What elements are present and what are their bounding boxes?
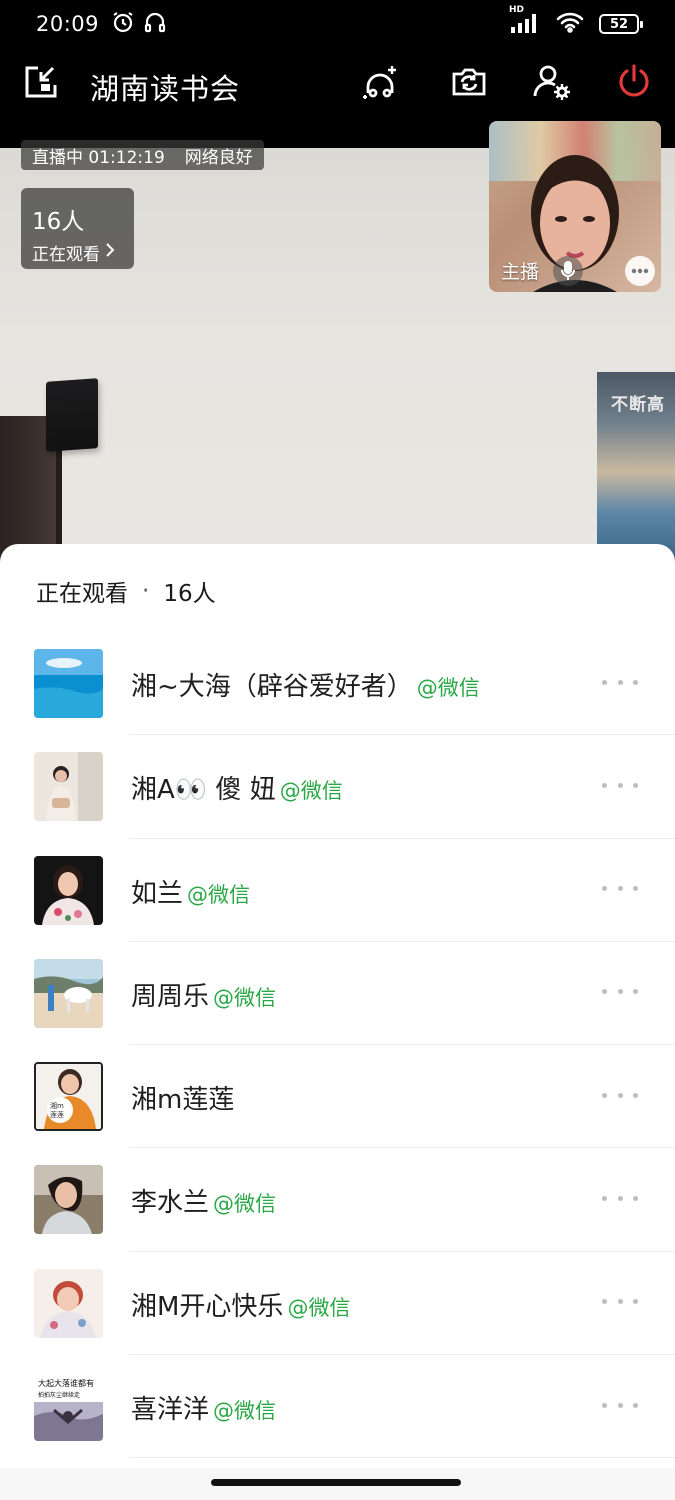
wifi-icon	[555, 11, 585, 37]
more-icon[interactable]	[602, 773, 638, 797]
chevron-right-icon	[104, 242, 116, 263]
flip-camera-icon[interactable]	[441, 54, 497, 110]
avatar	[34, 649, 103, 718]
alarm-clock-icon	[111, 10, 135, 38]
avatar-text-line-2: 莲莲	[50, 1111, 64, 1120]
list-item[interactable]: 周周乐 @微信	[0, 942, 675, 1046]
wechat-tag: @微信	[213, 1399, 277, 1424]
more-icon[interactable]	[602, 980, 638, 1004]
list-item[interactable]: 如兰 @微信	[0, 839, 675, 942]
beauty-filter-icon[interactable]	[352, 54, 408, 110]
wall-poster-text: 不断高	[611, 395, 665, 415]
viewer-name: 李水兰	[131, 1188, 210, 1219]
more-icon[interactable]	[602, 1083, 638, 1107]
viewer-name: 湘M开心快乐	[131, 1291, 284, 1322]
sheet-header: 正在观看 · 16人	[36, 574, 216, 608]
divider	[129, 1457, 675, 1459]
viewer-label: 正在观看	[32, 245, 100, 265]
status-time: 20:09	[36, 12, 100, 36]
avatar	[34, 1268, 103, 1338]
wechat-tag: @微信	[213, 985, 277, 1010]
avatar-text-line-1: 大起大落谁都有	[38, 1379, 94, 1389]
power-icon[interactable]	[606, 54, 662, 110]
sheet-count: 16人	[163, 581, 216, 607]
viewer-name: 喜洋洋	[131, 1395, 210, 1426]
network-status-text: 网络良好	[184, 147, 253, 168]
list-item[interactable]: 湘M开心快乐 @微信	[0, 1252, 675, 1356]
avatar	[34, 855, 103, 925]
header-separator: ·	[142, 578, 150, 604]
user-settings-icon[interactable]	[524, 54, 580, 110]
more-icon[interactable]	[602, 877, 638, 901]
avatar: 湘m 莲莲	[34, 1062, 103, 1132]
list-item[interactable]: 湘~大海（辟谷爱好者） @微信	[0, 632, 675, 736]
more-icon[interactable]	[602, 670, 638, 694]
more-icon[interactable]	[602, 1290, 638, 1314]
viewer-name: 如兰	[131, 878, 184, 909]
status-bar: 20:09 HD 52	[0, 0, 675, 48]
list-item[interactable]: 湘m 莲莲 湘m莲莲	[0, 1045, 675, 1149]
wechat-tag: @微信	[213, 1192, 277, 1217]
viewer-count: 16人	[32, 209, 85, 235]
headset-icon	[143, 10, 167, 38]
sheet-title: 正在观看	[36, 581, 128, 607]
signal-icon: HD	[509, 5, 541, 37]
picture-in-picture-icon[interactable]	[13, 54, 69, 110]
avatar-text-line-2: 拍拍灰尘继续走	[38, 1392, 81, 1400]
avatar	[34, 958, 103, 1028]
page-title: 湖南读书会	[90, 72, 241, 106]
home-indicator[interactable]	[211, 1479, 461, 1486]
more-icon[interactable]	[602, 1393, 638, 1417]
wall-speaker	[46, 378, 98, 452]
list-item[interactable]: 李水兰 @微信	[0, 1148, 675, 1252]
battery-level: 52	[609, 16, 629, 32]
avatar: 大起大落谁都有 拍拍灰尘继续走	[34, 1372, 103, 1442]
microphone-icon[interactable]	[553, 256, 583, 286]
host-video-pip[interactable]: 主播	[489, 121, 661, 292]
viewer-name: 周周乐	[131, 981, 210, 1012]
wechat-tag: @微信	[187, 882, 251, 907]
wechat-tag: @微信	[416, 676, 480, 700]
live-status-chip: 直播中 01:12:19 网络良好	[21, 140, 264, 170]
viewer-name: 湘~大海（辟谷爱好者）	[131, 672, 413, 702]
wechat-tag: @微信	[287, 1295, 351, 1320]
wechat-tag: @微信	[279, 779, 343, 804]
viewer-name: 湘A👀 傻 妞	[131, 775, 276, 806]
list-item[interactable]: 大起大落谁都有 拍拍灰尘继续走 喜洋洋 @微信	[0, 1355, 675, 1459]
viewer-list: 湘~大海（辟谷爱好者） @微信 湘A👀 傻 妞 @微信 如兰 @微信 周周乐 @…	[0, 632, 675, 1459]
battery-icon: 52	[599, 14, 643, 34]
host-label: 主播	[501, 261, 540, 283]
viewer-name: 湘m莲莲	[131, 1085, 235, 1116]
list-item[interactable]: 湘A👀 傻 妞 @微信	[0, 735, 675, 839]
viewers-sheet: 正在观看 · 16人 湘~大海（辟谷爱好者） @微信 湘A👀 傻 妞 @微信 如…	[0, 544, 675, 1500]
avatar	[34, 1165, 103, 1235]
viewer-count-chip[interactable]: 16人 正在观看	[21, 188, 134, 269]
more-icon[interactable]	[602, 1186, 638, 1210]
live-status-text: 直播中 01:12:19	[32, 147, 165, 168]
network-badge: HD	[509, 5, 525, 15]
avatar	[34, 752, 103, 822]
more-options-icon[interactable]	[625, 256, 655, 286]
